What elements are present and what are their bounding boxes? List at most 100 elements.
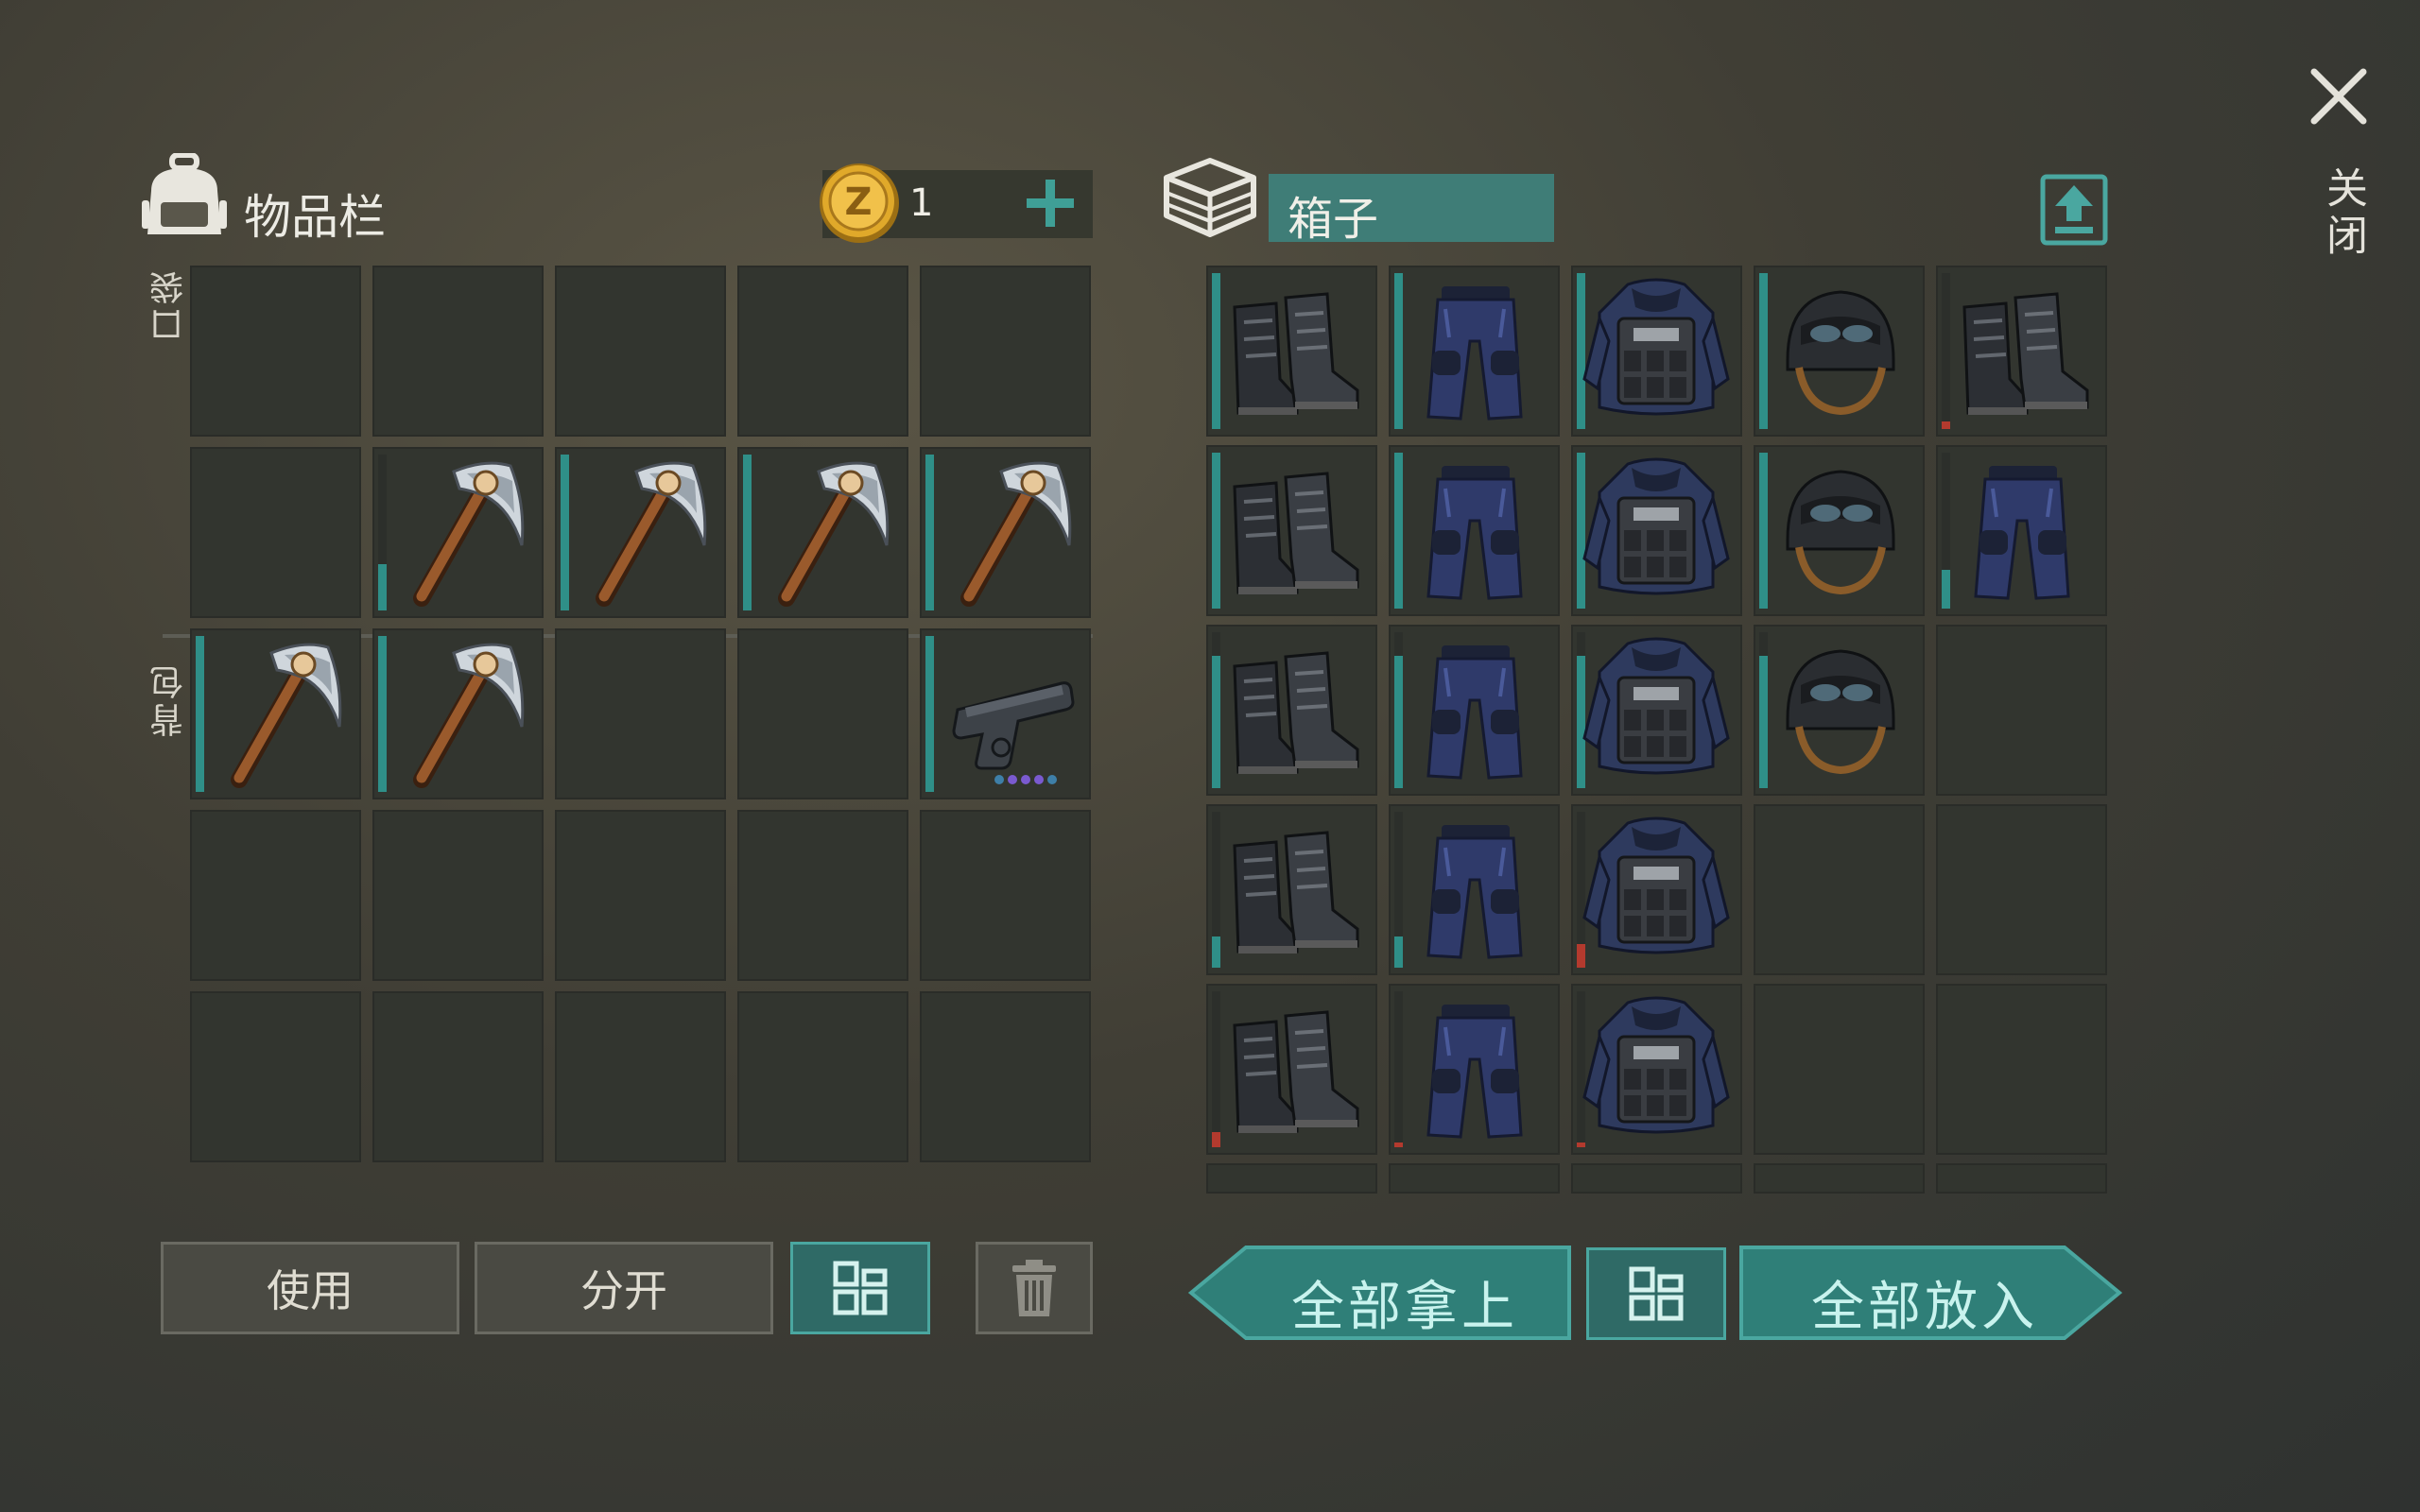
box-slot[interactable] — [1754, 984, 1925, 1155]
pistol-icon — [952, 681, 1075, 784]
box-slot[interactable] — [1754, 266, 1925, 437]
box-slot[interactable] — [1206, 1163, 1377, 1194]
pants-icon — [1974, 466, 2070, 600]
box-slot[interactable] — [1754, 445, 1925, 616]
inventory-slot[interactable] — [920, 447, 1091, 618]
pickaxe-icon — [413, 643, 525, 788]
inventory-sort-button[interactable] — [790, 1242, 930, 1334]
inventory-slot[interactable] — [555, 628, 726, 799]
pants-icon — [1426, 466, 1523, 600]
add-coins-button[interactable] — [1025, 178, 1076, 229]
box-slot[interactable] — [1206, 625, 1377, 796]
box-slot[interactable] — [1389, 625, 1560, 796]
coin-count: 1 — [909, 181, 934, 225]
inventory-slot[interactable] — [737, 810, 908, 981]
vest-icon — [1582, 457, 1730, 595]
box-slot[interactable] — [1571, 1163, 1742, 1194]
inventory-slot[interactable] — [920, 991, 1091, 1162]
box-slot[interactable] — [1936, 1163, 2107, 1194]
inventory-slot[interactable] — [190, 991, 361, 1162]
inventory-slot[interactable] — [372, 628, 544, 799]
pickaxe-icon — [596, 461, 707, 607]
put-all-button[interactable]: 全部放入 — [1739, 1246, 2123, 1340]
svg-text:Z: Z — [844, 180, 872, 224]
inventory-slot[interactable] — [190, 266, 361, 437]
box-slot[interactable] — [1754, 1163, 1925, 1194]
inventory-slot[interactable] — [920, 810, 1091, 981]
box-icon — [1161, 155, 1259, 242]
inventory-slot[interactable] — [372, 810, 544, 981]
inventory-slot[interactable] — [555, 447, 726, 618]
box-slot[interactable] — [1754, 804, 1925, 975]
box-slot[interactable] — [1206, 266, 1377, 437]
box-slot[interactable] — [1206, 804, 1377, 975]
use-button-label: 使用 — [267, 1265, 354, 1316]
upload-button[interactable] — [1095, 174, 1096, 175]
boots-icon — [1233, 292, 1359, 415]
box-slot[interactable] — [1936, 625, 2107, 796]
inventory-slot[interactable] — [372, 991, 544, 1162]
take-all-label: 全部拿上 — [1291, 1277, 1518, 1338]
inventory-slot[interactable] — [555, 266, 726, 437]
trash-icon — [1012, 1260, 1056, 1316]
box-slot[interactable] — [1571, 266, 1742, 437]
box-slot[interactable] — [1389, 445, 1560, 616]
inventory-title: 物品栏 — [244, 190, 386, 245]
upload-icon[interactable] — [2040, 174, 2108, 246]
box-slot[interactable] — [1936, 445, 2107, 616]
box-slot[interactable] — [1571, 625, 1742, 796]
inventory-slot[interactable] — [737, 447, 908, 618]
split-button[interactable]: 分开 — [475, 1242, 773, 1334]
inventory-slot[interactable] — [920, 628, 1091, 799]
split-button-label: 分开 — [580, 1265, 667, 1316]
inventory-slot[interactable] — [555, 991, 726, 1162]
coin-icon: Z — [817, 161, 902, 246]
box-slot[interactable] — [1389, 1163, 1560, 1194]
inventory-slot[interactable] — [372, 447, 544, 618]
put-all-label: 全部放入 — [1811, 1277, 2038, 1338]
inventory-slot[interactable] — [190, 628, 361, 799]
boots-icon — [1233, 651, 1359, 774]
inventory-slot[interactable] — [920, 266, 1091, 437]
boots-icon — [1233, 472, 1359, 594]
vest-icon — [1582, 637, 1730, 775]
box-slot[interactable] — [1936, 804, 2107, 975]
inventory-slot[interactable] — [737, 628, 908, 799]
inventory-slot[interactable] — [190, 810, 361, 981]
take-all-button[interactable]: 全部拿上 — [1187, 1246, 1571, 1340]
backpack-label: 背包 — [150, 662, 189, 737]
box-slot[interactable] — [1936, 266, 2107, 437]
box-slot[interactable] — [1206, 984, 1377, 1155]
inventory-slot[interactable] — [737, 266, 908, 437]
pickaxe-icon — [413, 461, 525, 607]
boots-icon — [1233, 831, 1359, 954]
box-slot[interactable] — [1936, 984, 2107, 1155]
box-slot[interactable] — [1389, 804, 1560, 975]
inventory-slot[interactable] — [372, 266, 544, 437]
grid-sort-icon — [833, 1261, 888, 1315]
vest-icon — [1582, 278, 1730, 416]
inventory-slot[interactable] — [190, 447, 361, 618]
inventory-slot[interactable] — [555, 810, 726, 981]
box-slot[interactable] — [1571, 804, 1742, 975]
close-button[interactable]: 关闭 — [2303, 62, 2378, 261]
helmet-icon — [1786, 470, 1895, 595]
inventory-slot[interactable] — [737, 991, 908, 1162]
helmet-icon — [1786, 649, 1895, 775]
box-slot[interactable] — [1206, 445, 1377, 616]
box-sort-button[interactable] — [1586, 1247, 1726, 1340]
use-button[interactable]: 使用 — [161, 1242, 459, 1334]
plus-icon — [1027, 180, 1074, 227]
vest-icon — [1582, 996, 1730, 1134]
box-slot[interactable] — [1571, 445, 1742, 616]
delete-button[interactable] — [976, 1242, 1093, 1334]
close-icon — [2310, 68, 2367, 125]
boots-icon — [1962, 292, 2089, 415]
pants-icon — [1426, 1005, 1523, 1139]
box-slot[interactable] — [1571, 984, 1742, 1155]
box-slot[interactable] — [1754, 625, 1925, 796]
close-label: 关闭 — [2319, 166, 2367, 261]
box-slot[interactable] — [1389, 984, 1560, 1155]
pants-icon — [1426, 825, 1523, 959]
box-slot[interactable] — [1389, 266, 1560, 437]
